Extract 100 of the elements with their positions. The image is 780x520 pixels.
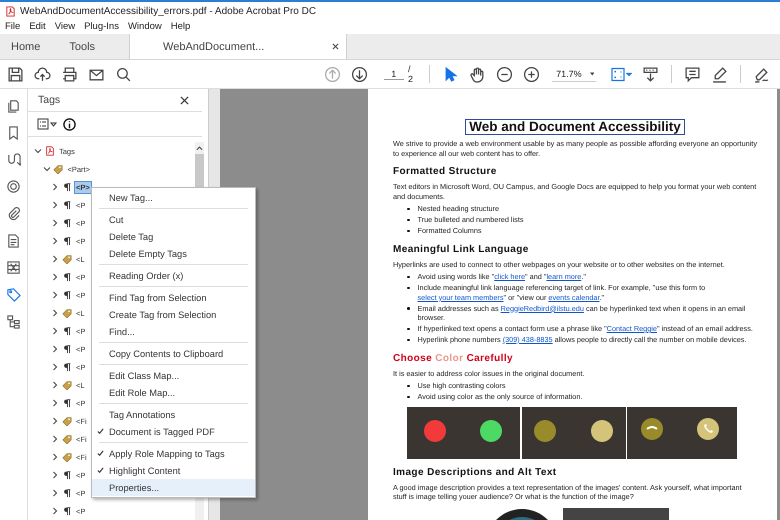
save-icon[interactable] [7, 66, 24, 82]
chevron-icon[interactable] [51, 183, 59, 191]
chevron-icon[interactable] [51, 381, 59, 389]
tree-icon[interactable] [6, 314, 21, 329]
tag-icon [53, 164, 63, 174]
hand-icon[interactable] [469, 66, 486, 82]
chevron-icon[interactable] [51, 327, 59, 335]
menu-item[interactable]: Apply Role Mapping to Tags [92, 445, 255, 462]
fit-page-icon[interactable] [610, 66, 632, 82]
chevron-icon[interactable] [51, 291, 59, 299]
tab[interactable]: Tools [58, 34, 114, 59]
search-icon[interactable] [115, 66, 132, 82]
menu-item[interactable]: Create Tag from Selection [92, 306, 255, 323]
pilcrow-icon [62, 200, 72, 210]
menu-item[interactable]: Help [170, 21, 190, 32]
pilcrow-icon [62, 236, 72, 246]
pilcrow-icon [62, 470, 72, 480]
tag-icon [62, 434, 72, 444]
menu-item[interactable]: Delete Tag [92, 228, 255, 245]
tab[interactable]: Home [0, 34, 58, 59]
cloud-upload-icon[interactable] [34, 66, 51, 82]
chevron-icon[interactable] [34, 147, 42, 155]
menu-item[interactable]: New Tag... [92, 189, 255, 206]
tab[interactable]: WebAndDocument... [129, 34, 348, 59]
chevron-icon[interactable] [51, 237, 59, 245]
chevron-icon[interactable] [51, 489, 59, 497]
bookmark-icon[interactable] [6, 125, 21, 140]
options-icon[interactable] [37, 118, 57, 130]
scroll-mode-icon[interactable] [642, 66, 660, 82]
section-heading: Formatted Structure [393, 166, 498, 178]
pdf-file-icon [44, 146, 54, 156]
menu-item[interactable]: Edit [29, 21, 46, 32]
menu-item[interactable]: Copy Contents to Clipboard [92, 345, 255, 362]
menu-item[interactable]: Tag Annotations [92, 406, 255, 423]
menu-item[interactable]: Edit Role Map... [92, 384, 255, 401]
menu-item[interactable]: Find... [92, 323, 255, 340]
document-icon[interactable] [6, 233, 21, 248]
zoom-out-icon[interactable] [496, 66, 514, 82]
pilcrow-icon [62, 506, 72, 516]
chevron-icon[interactable] [51, 399, 59, 407]
window-title: WebAndDocumentAccessibility_errors.pdf - Adobe Acrobat Pro DC [20, 6, 316, 16]
panel-title: Tags [38, 94, 60, 106]
chevron-icon[interactable] [51, 363, 59, 371]
pilcrow-icon [62, 182, 72, 192]
tag-icon[interactable] [6, 287, 21, 302]
chevron-icon[interactable] [51, 507, 59, 515]
chevron-icon[interactable] [51, 417, 59, 425]
scroll-up-icon[interactable] [196, 145, 203, 151]
section-heading: Image Descriptions and Alt Text [393, 466, 558, 478]
pilcrow-icon [62, 488, 72, 498]
page-total: / 2 [408, 64, 414, 84]
bullet-icon [407, 230, 410, 232]
sign-icon[interactable] [752, 66, 770, 82]
tag-icon [62, 416, 72, 426]
pilcrow-icon [62, 218, 72, 228]
bullet-icon [407, 218, 410, 221]
chevron-icon[interactable] [42, 165, 50, 173]
menu-item[interactable]: Properties... [92, 479, 255, 496]
tag-icon [62, 452, 72, 462]
chevron-icon[interactable] [51, 273, 59, 281]
tag-icon [62, 254, 72, 264]
menu-item[interactable]: Reading Order (x) [92, 267, 255, 284]
target-icon[interactable] [6, 179, 21, 194]
close-icon[interactable] [332, 43, 340, 50]
section-heading: Meaningful Link Language [393, 244, 530, 256]
zoom-in-icon[interactable] [523, 66, 540, 82]
chevron-icon[interactable] [51, 435, 59, 443]
section-heading: Choose Color Carefully [393, 352, 514, 364]
bullet-icon [407, 276, 410, 278]
menu-item[interactable]: Highlight Content [92, 462, 255, 479]
menu-item[interactable]: Edit Class Map... [92, 367, 255, 384]
hook-icon[interactable] [6, 152, 21, 167]
menu-item[interactable]: Plug-Ins [84, 21, 119, 32]
menu-item[interactable]: Delete Empty Tags [92, 245, 255, 262]
menu-item[interactable]: File [5, 21, 20, 32]
info-icon[interactable] [63, 118, 76, 130]
chevron-icon[interactable] [51, 255, 59, 263]
zoom-dropdown[interactable]: 71.7% [552, 66, 596, 82]
menu-item[interactable]: Cut [92, 211, 255, 228]
menu-item[interactable]: Find Tag from Selection [92, 289, 255, 306]
chevron-icon[interactable] [51, 309, 59, 317]
pilcrow-icon [62, 272, 72, 282]
chevron-icon[interactable] [51, 471, 59, 479]
paperclip-icon[interactable] [6, 206, 21, 221]
print-icon[interactable] [61, 66, 78, 82]
menu-item[interactable]: Document is Tagged PDF [92, 423, 255, 440]
chevron-icon[interactable] [51, 453, 59, 461]
highlighter-icon[interactable] [711, 66, 728, 82]
chevron-icon[interactable] [51, 345, 59, 353]
menu-item[interactable]: Window [128, 21, 162, 32]
bullet-icon [407, 328, 410, 330]
chevron-icon[interactable] [51, 201, 59, 209]
bullet-icon [407, 338, 410, 341]
compare-icon[interactable] [6, 260, 21, 275]
pages-icon[interactable] [6, 98, 21, 113]
close-icon[interactable] [180, 96, 189, 104]
comment-icon[interactable] [684, 66, 702, 82]
chevron-icon[interactable] [51, 219, 59, 227]
menu-item[interactable]: View [54, 21, 76, 32]
page-number-field[interactable]: 1 [384, 68, 404, 80]
